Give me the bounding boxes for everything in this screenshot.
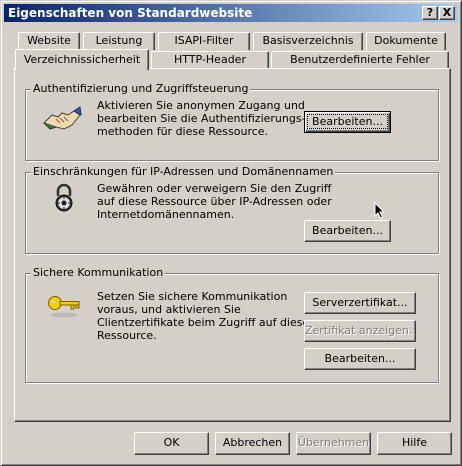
ip-group-title: Einschränkungen für IP-Adressen und Domä… xyxy=(31,165,336,178)
apply-button[interactable]: Übernehmen xyxy=(296,432,371,455)
tab-verzeichnissicherheit[interactable]: Verzeichnissicherheit xyxy=(15,49,149,70)
ip-text-line: auf diese Ressource über IP-Adressen ode… xyxy=(97,195,332,208)
auth-description: Aktivieren Sie anonymen Zugang und bearb… xyxy=(97,99,306,138)
ip-text-line: Internetdomänennamen. xyxy=(97,208,235,221)
tab-panel: Authentifizierung und Zugriffsteuerung A… xyxy=(14,68,451,422)
tab-benutzerdefinierte-fehler[interactable]: Benutzerdefinierte Fehler xyxy=(271,51,449,69)
auth-text-line: Aktivieren Sie anonymen Zugang und xyxy=(97,99,305,112)
auth-group-title: Authentifizierung und Zugriffsteuerung xyxy=(31,82,251,95)
tab-dokumente[interactable]: Dokumente xyxy=(366,32,446,50)
tab-http-header[interactable]: HTTP-Header xyxy=(151,51,269,69)
mouse-pointer-icon xyxy=(374,202,386,219)
key-icon xyxy=(48,296,80,318)
secure-text-line: Ressource. xyxy=(97,329,157,342)
view-certificate-button[interactable]: Zertifikat anzeigen... xyxy=(304,320,416,342)
padlock-icon xyxy=(55,183,73,212)
window-title: Eigenschaften von Standardwebsite xyxy=(8,6,253,20)
ok-button[interactable]: OK xyxy=(134,432,209,455)
tab-website[interactable]: Website xyxy=(18,32,80,50)
tab-leistung[interactable]: Leistung xyxy=(83,32,155,50)
secure-description: Setzen Sie sichere Kommunikation voraus,… xyxy=(97,290,309,342)
cancel-button[interactable]: Abbrechen xyxy=(215,432,290,455)
auth-text-line: methoden für diese Ressource. xyxy=(97,125,269,138)
secure-text-line: Clientzertifikate beim Zugriff auf diese xyxy=(97,316,310,329)
auth-edit-label: Bearbeiten... xyxy=(307,114,388,129)
handshake-icon xyxy=(43,106,82,130)
title-bar: Eigenschaften von Standardwebsite ? X xyxy=(4,4,458,22)
auth-text-line: bearbeiten Sie die Authentifizierungs- xyxy=(97,112,306,125)
secure-edit-button[interactable]: Bearbeiten... xyxy=(304,348,416,370)
ip-text-line: Gewähren oder verweigern Sie den Zugriff xyxy=(97,182,332,195)
tab-isapi-filter[interactable]: ISAPI-Filter xyxy=(158,32,250,50)
secure-text-line: Setzen Sie sichere Kommunikation xyxy=(97,290,288,303)
secure-text-line: voraus, und aktivieren Sie xyxy=(97,303,241,316)
secure-group-title: Sichere Kommunikation xyxy=(31,266,166,279)
auth-edit-button[interactable]: Bearbeiten... xyxy=(304,111,391,133)
ip-description: Gewähren oder verweigern Sie den Zugriff… xyxy=(97,182,332,221)
tab-basisverzeichnis[interactable]: Basisverzeichnis xyxy=(253,32,363,50)
properties-dialog: Eigenschaften von Standardwebsite ? X We… xyxy=(0,0,462,466)
help-button[interactable]: Hilfe xyxy=(377,432,452,455)
server-certificate-button[interactable]: Serverzertifikat... xyxy=(304,292,416,314)
ip-edit-button[interactable]: Bearbeiten... xyxy=(304,220,391,242)
close-title-button[interactable]: X xyxy=(439,6,455,20)
help-title-button[interactable]: ? xyxy=(422,6,438,20)
